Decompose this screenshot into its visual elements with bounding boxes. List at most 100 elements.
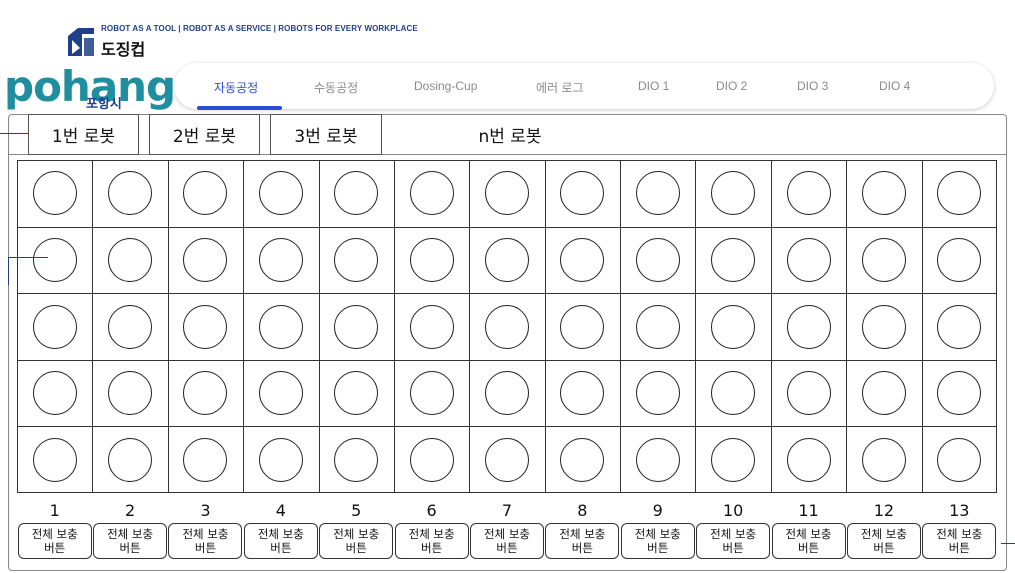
robot-tab-3[interactable]: 3번 로봇 bbox=[270, 114, 382, 155]
grid-column-divider bbox=[393, 161, 395, 492]
grid-row-divider bbox=[18, 226, 996, 228]
cup-slot[interactable] bbox=[711, 304, 756, 349]
tab-6[interactable]: DIO 2 bbox=[716, 79, 747, 93]
cup-slot[interactable] bbox=[560, 437, 605, 482]
fill-all-button[interactable]: 전체 보충 버튼 bbox=[93, 523, 168, 559]
cup-slot[interactable] bbox=[258, 371, 303, 416]
active-tab-indicator bbox=[197, 106, 282, 110]
cup-slot[interactable] bbox=[711, 237, 756, 282]
fill-all-button[interactable]: 전체 보충 버튼 bbox=[17, 523, 92, 559]
cup-slot[interactable] bbox=[560, 304, 605, 349]
main-tab-bar bbox=[174, 63, 994, 109]
fill-all-button[interactable]: 전체 보충 버튼 bbox=[394, 523, 469, 559]
cup-slot[interactable] bbox=[786, 371, 831, 416]
guide-line-left-top bbox=[0, 133, 28, 134]
cup-slot[interactable] bbox=[937, 304, 982, 349]
fill-all-button[interactable]: 전체 보충 버튼 bbox=[319, 523, 394, 559]
cup-slot[interactable] bbox=[786, 237, 831, 282]
cup-slot[interactable] bbox=[334, 304, 379, 349]
robot-tab-4[interactable]: n번 로봇 bbox=[420, 114, 600, 155]
cup-slot[interactable] bbox=[711, 437, 756, 482]
cup-slot[interactable] bbox=[485, 371, 529, 416]
cup-slot[interactable] bbox=[32, 304, 77, 349]
grid-row-divider bbox=[18, 359, 996, 361]
cup-slot[interactable] bbox=[258, 171, 303, 216]
fill-all-button[interactable]: 전체 보충 버튼 bbox=[846, 523, 921, 559]
cup-slot[interactable] bbox=[485, 237, 529, 282]
cup-slot[interactable] bbox=[334, 371, 379, 416]
robot-tab-2[interactable]: 2번 로봇 bbox=[149, 114, 260, 155]
guide-line-right bbox=[1001, 543, 1015, 544]
city-name: 포항시 bbox=[86, 97, 122, 112]
fill-all-button[interactable]: 전체 보충 버튼 bbox=[243, 523, 318, 559]
fill-all-button[interactable]: 전체 보충 버튼 bbox=[168, 523, 243, 559]
cup-slot[interactable] bbox=[861, 304, 906, 349]
cup-slot[interactable] bbox=[32, 171, 77, 216]
tab-5[interactable]: DIO 1 bbox=[638, 79, 669, 93]
brand-logo-icon bbox=[66, 26, 96, 58]
tab-1[interactable]: 자동공정 bbox=[214, 79, 258, 96]
cup-slot[interactable] bbox=[409, 437, 454, 482]
tab-4[interactable]: 에러 로그 bbox=[536, 79, 584, 96]
cup-slot[interactable] bbox=[108, 304, 153, 349]
tab-3[interactable]: Dosing-Cup bbox=[414, 79, 477, 93]
fill-all-button[interactable]: 전체 보충 버튼 bbox=[696, 523, 771, 559]
tagline: ROBOT AS A TOOL | ROBOT AS A SERVICE | R… bbox=[101, 24, 418, 33]
fill-all-button[interactable]: 전체 보충 버튼 bbox=[771, 523, 846, 559]
tab-8[interactable]: DIO 4 bbox=[879, 79, 910, 93]
cup-slot[interactable] bbox=[635, 171, 680, 216]
column-number: 12 bbox=[873, 501, 895, 520]
grid-column-divider bbox=[469, 161, 471, 492]
column-number: 11 bbox=[798, 501, 819, 520]
cup-slot[interactable] bbox=[786, 304, 831, 349]
fill-all-button[interactable]: 전체 보충 버튼 bbox=[922, 523, 997, 559]
cup-slot[interactable] bbox=[786, 437, 831, 482]
cup-slot[interactable] bbox=[183, 304, 228, 349]
cup-slot[interactable] bbox=[258, 237, 303, 282]
cup-slot[interactable] bbox=[861, 437, 906, 482]
cup-slot[interactable] bbox=[635, 304, 680, 349]
column-number: 4 bbox=[275, 501, 286, 520]
cup-slot[interactable] bbox=[108, 237, 153, 282]
guide-line-left-mid bbox=[8, 257, 48, 258]
column-number: 1 bbox=[49, 501, 60, 520]
cup-slot[interactable] bbox=[635, 371, 680, 416]
cup-slot[interactable] bbox=[409, 304, 454, 349]
cup-slot[interactable] bbox=[409, 371, 454, 416]
cup-slot[interactable] bbox=[258, 304, 303, 349]
cup-slot[interactable] bbox=[711, 371, 756, 416]
cup-slot[interactable] bbox=[409, 171, 454, 216]
grid-column-divider bbox=[167, 161, 169, 492]
brand-name: 도징컵 bbox=[101, 40, 146, 59]
cup-slot[interactable] bbox=[861, 371, 906, 416]
cup-slot[interactable] bbox=[635, 437, 680, 482]
cup-slot[interactable] bbox=[108, 371, 153, 416]
cup-slot[interactable] bbox=[485, 171, 529, 216]
grid-column-divider bbox=[243, 161, 245, 492]
cup-slot[interactable] bbox=[258, 437, 303, 482]
cup-slot[interactable] bbox=[485, 304, 529, 349]
cup-slot[interactable] bbox=[485, 437, 529, 482]
robot-tab-1[interactable]: 1번 로봇 bbox=[28, 114, 139, 155]
fill-all-button[interactable]: 전체 보충 버튼 bbox=[620, 523, 695, 559]
cup-slot[interactable] bbox=[32, 371, 77, 416]
cup-slot[interactable] bbox=[334, 437, 379, 482]
cup-slot[interactable] bbox=[409, 237, 454, 282]
cup-slot[interactable] bbox=[32, 437, 77, 482]
cup-slot[interactable] bbox=[937, 437, 982, 482]
fill-all-button[interactable]: 전체 보충 버튼 bbox=[470, 523, 544, 559]
grid-column-divider bbox=[92, 161, 94, 492]
fill-all-button[interactable]: 전체 보충 버튼 bbox=[545, 523, 620, 559]
tab-2[interactable]: 수동공정 bbox=[314, 79, 358, 96]
cup-slot[interactable] bbox=[635, 237, 680, 282]
cup-slot[interactable] bbox=[560, 237, 605, 282]
cup-slot[interactable] bbox=[786, 171, 831, 216]
cup-slot[interactable] bbox=[334, 237, 379, 282]
cup-slot[interactable] bbox=[937, 237, 982, 282]
cup-slot[interactable] bbox=[861, 171, 906, 216]
cup-slot[interactable] bbox=[32, 237, 77, 282]
cup-slot[interactable] bbox=[861, 237, 906, 282]
tab-7[interactable]: DIO 3 bbox=[797, 79, 828, 93]
cup-slot[interactable] bbox=[108, 437, 153, 482]
cup-slot[interactable] bbox=[183, 437, 228, 482]
